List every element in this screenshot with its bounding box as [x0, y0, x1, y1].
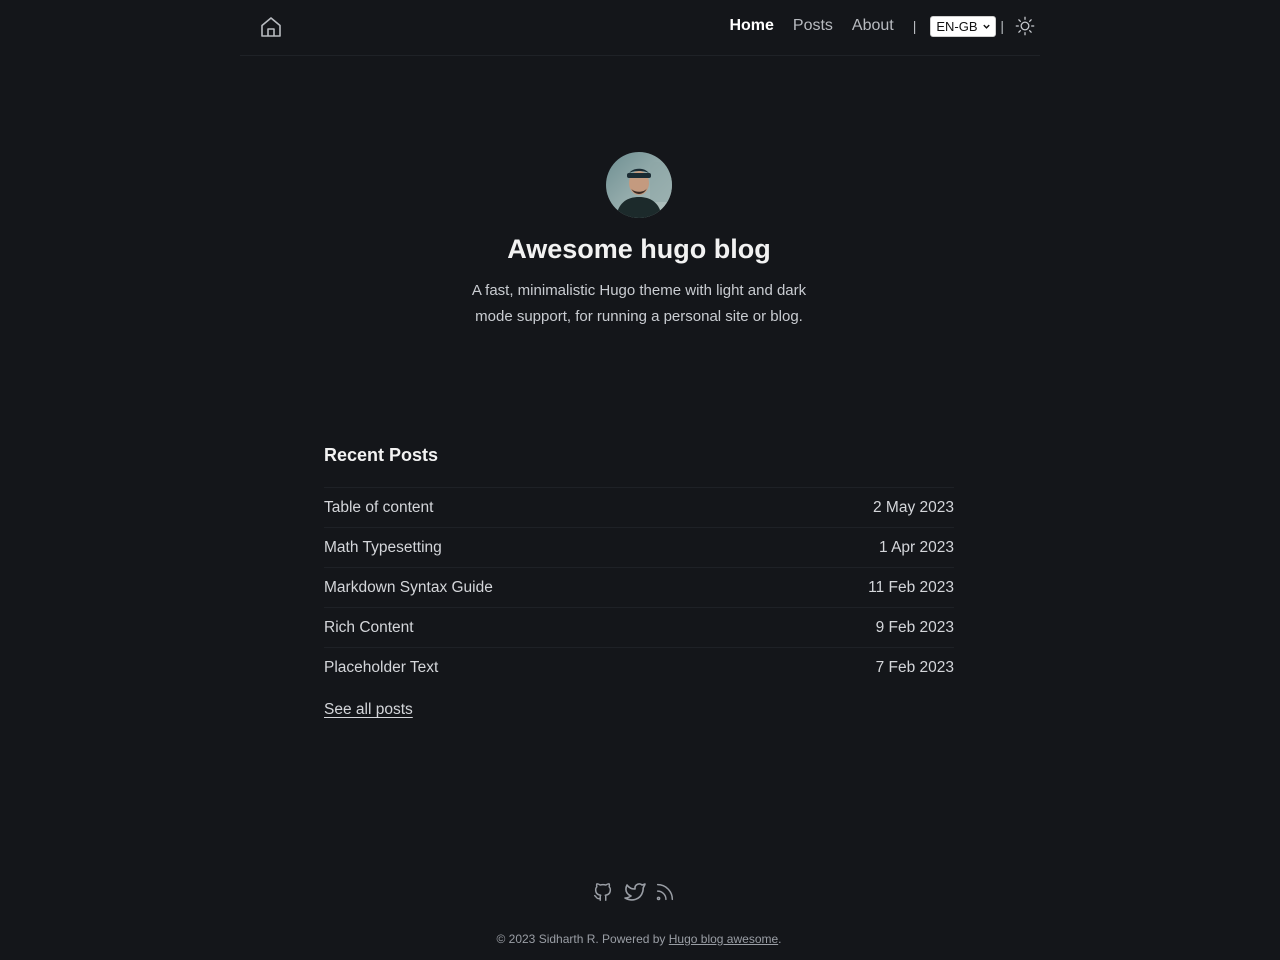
footer-copyright: © 2023 Sidharth R. Powered by Hugo blog … — [0, 932, 1278, 946]
page: Home Posts About | EN-GB | Awesome hugo … — [0, 0, 1280, 960]
home-icon[interactable] — [259, 15, 283, 39]
github-icon[interactable] — [592, 880, 614, 904]
copyright-text: © 2023 Sidharth R. Powered by — [496, 932, 669, 946]
post-title-link[interactable]: Markdown Syntax Guide — [324, 579, 493, 597]
rss-icon[interactable] — [654, 880, 676, 904]
nav-separator: | — [912, 18, 917, 34]
site-description: A fast, minimalistic Hugo theme with lig… — [471, 282, 807, 325]
post-row: Math Typesetting 1 Apr 2023 — [324, 527, 954, 567]
see-all-posts-link[interactable]: See all posts — [324, 701, 413, 719]
post-date: 9 Feb 2023 — [875, 618, 954, 636]
language-select[interactable]: EN-GB — [930, 15, 997, 37]
social-links — [592, 880, 676, 904]
site-title: Awesome hugo blog — [507, 234, 771, 264]
main-nav: Home Posts About | EN-GB | — [729, 14, 1036, 38]
post-row: Placeholder Text 7 Feb 2023 — [324, 647, 954, 687]
recent-posts-section: Recent Posts Table of content 2 May 2023… — [324, 442, 954, 719]
nav-separator: | — [1000, 18, 1004, 34]
twitter-icon[interactable] — [623, 880, 646, 904]
post-title-link[interactable]: Table of content — [324, 499, 433, 517]
language-select-value: EN-GB — [936, 18, 978, 34]
sun-icon[interactable] — [1014, 15, 1036, 37]
nav-posts-link[interactable]: Posts — [793, 14, 833, 38]
post-date: 1 Apr 2023 — [879, 538, 954, 556]
nav-about-link[interactable]: About — [852, 14, 894, 38]
post-title-link[interactable]: Math Typesetting — [324, 539, 442, 557]
post-title-link[interactable]: Rich Content — [324, 619, 414, 637]
chevron-down-icon — [982, 24, 990, 29]
post-date: 11 Feb 2023 — [868, 578, 954, 596]
post-row: Markdown Syntax Guide 11 Feb 2023 — [324, 567, 954, 607]
recent-posts-heading: Recent Posts — [324, 445, 439, 465]
post-date: 7 Feb 2023 — [875, 658, 954, 676]
powered-by-link[interactable]: Hugo blog awesome — [669, 932, 778, 946]
post-row: Table of content 2 May 2023 — [324, 487, 954, 527]
nav-home-link[interactable]: Home — [729, 14, 773, 38]
post-row: Rich Content 9 Feb 2023 — [324, 607, 954, 647]
post-title-link[interactable]: Placeholder Text — [324, 659, 438, 677]
avatar — [606, 152, 672, 218]
post-date: 2 May 2023 — [873, 498, 954, 516]
footer-suffix: . — [778, 932, 782, 946]
site-header: Home Posts About | EN-GB | — [240, 0, 1040, 56]
